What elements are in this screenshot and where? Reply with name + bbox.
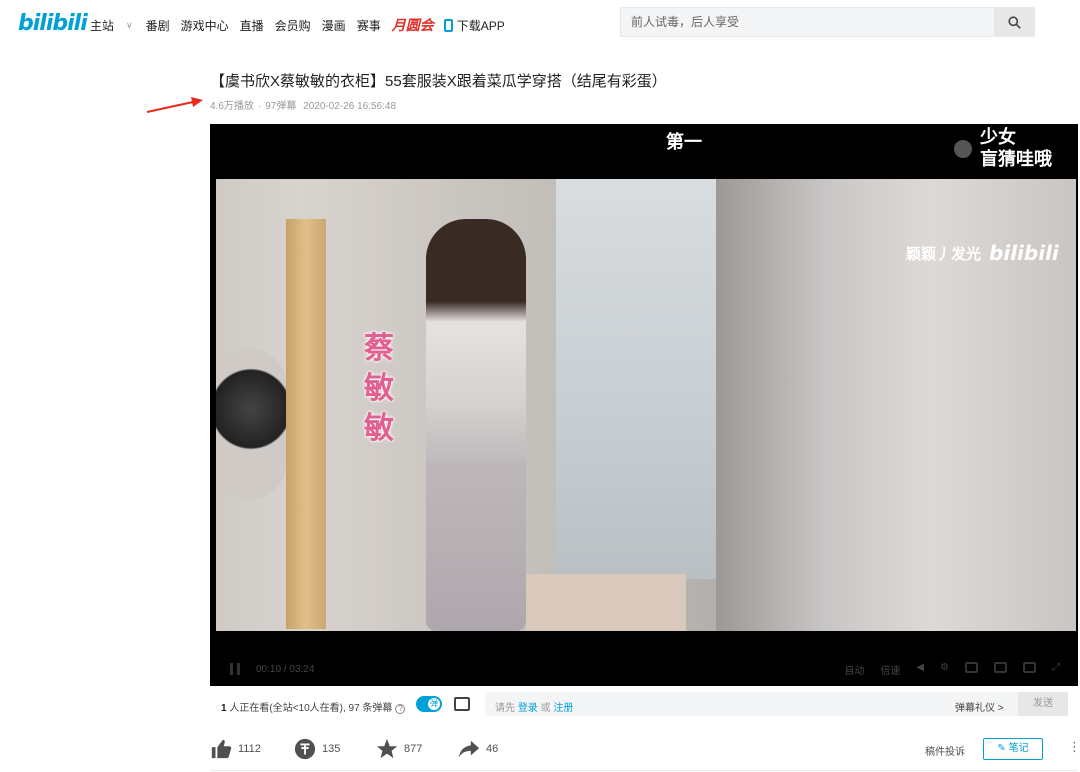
thumbs-up-icon: [211, 739, 232, 759]
video-caption-right: 少女 盲猜哇哦: [980, 126, 1052, 170]
danmaku-settings-icon[interactable]: [454, 697, 470, 711]
danmaku-etiquette-link[interactable]: 弹幕礼仪 >: [955, 699, 1004, 714]
danmaku-toggle-label: 弹: [428, 698, 440, 710]
scene-window: [556, 179, 731, 579]
prompt-prefix: 请先: [495, 703, 515, 714]
share-button[interactable]: 46: [458, 738, 498, 760]
fullscreen-icon[interactable]: ⤢: [1052, 662, 1060, 677]
note-label: 笔记: [1008, 743, 1029, 754]
scene-fan: [216, 349, 286, 499]
uploader-avatar-overlay: [954, 140, 972, 158]
watermark-logo: bilibili: [989, 241, 1059, 265]
time-display: 00:10 / 03:24: [256, 664, 315, 675]
scene-wood-planks: [286, 219, 326, 629]
coin-button[interactable]: 135: [294, 738, 340, 760]
viewer-text: 人正在看(全站<10人在看), 97 条弹幕: [229, 703, 393, 714]
share-count: 46: [486, 743, 499, 755]
top-navigation-bar: bilibili 主站 ∨ 番剧 游戏中心 直播 会员购 漫画 赛事 月圆会 下载…: [0, 0, 1080, 44]
danmaku-bar: 1 人正在看(全站<10人在看), 97 条弹幕? 弹 请先 登录 或 注册 弹…: [210, 688, 1078, 720]
video-meta: 4.6万播放 · 97弹幕 2020-02-26 16:56:48: [210, 97, 400, 112]
scene-person: [426, 219, 526, 631]
login-link[interactable]: 登录: [518, 703, 538, 714]
phone-icon: [443, 18, 453, 32]
like-button[interactable]: 1112: [210, 738, 261, 760]
name-overlay: 蔡敏敏: [364, 331, 394, 446]
report-link[interactable]: 稿件投诉: [925, 743, 965, 758]
more-options-icon[interactable]: ⋮: [1068, 739, 1080, 755]
watermark-text: 颖颖丿发光: [906, 245, 982, 263]
video-actions: 1112 135 877 46 稿件投诉 ✎ 笔记 ⋮: [210, 736, 1080, 762]
caption-right-line2: 盲猜哇哦: [980, 149, 1052, 169]
view-count: 4.6万播放: [210, 101, 254, 112]
annotation-arrow-icon: [146, 97, 203, 113]
download-app-label: 下载APP: [456, 18, 505, 33]
nav-item-live[interactable]: 直播: [240, 17, 264, 34]
danmaku-count: 97弹幕: [265, 101, 297, 112]
video-caption-top: 第一: [666, 132, 702, 152]
video-title: 【虞书欣X蔡敏敏的衣柜】55套服装X跟着菜瓜学穿搭（结尾有彩蛋）: [210, 73, 667, 90]
nav-item-main[interactable]: 主站: [90, 17, 114, 34]
nav-item-special-event[interactable]: 月圆会: [392, 15, 434, 35]
pause-icon[interactable]: [230, 663, 240, 675]
help-icon[interactable]: ?: [395, 704, 406, 714]
nav-item-esports[interactable]: 赛事: [357, 17, 381, 34]
viewer-info: 1 人正在看(全站<10人在看), 97 条弹幕?: [221, 699, 406, 714]
scene-box: [526, 574, 686, 631]
bilibili-logo[interactable]: bilibili: [18, 11, 88, 36]
speed-button[interactable]: 倍速: [880, 662, 900, 677]
coin-count: 135: [322, 743, 341, 755]
prompt-or: 或: [540, 703, 551, 714]
main-nav: 主站 ∨ 番剧 游戏中心 直播 会员购 漫画 赛事 月圆会 下载APP: [90, 15, 527, 35]
star-icon: [376, 738, 398, 759]
nav-item-anime[interactable]: 番剧: [146, 17, 170, 34]
time-current: 00:10: [256, 664, 282, 675]
favorite-count: 877: [404, 743, 423, 755]
send-button[interactable]: 发送: [1018, 692, 1068, 716]
player-controls: 00:10 / 03:24 自动 倍速 ◀ ⚙ ⤢: [210, 659, 1078, 681]
player-right-controls: 自动 倍速 ◀ ⚙ ⤢: [844, 662, 1060, 677]
danmaku-input[interactable]: 请先 登录 或 注册 弹幕礼仪 > 发送: [485, 692, 1068, 716]
danmaku-toggle[interactable]: 弹: [416, 696, 442, 712]
search-box: [620, 7, 1035, 37]
register-link[interactable]: 注册: [553, 703, 573, 714]
volume-icon[interactable]: ◀: [916, 662, 924, 677]
note-button[interactable]: ✎ 笔记: [983, 738, 1043, 760]
edit-icon: ✎: [997, 743, 1006, 754]
nav-item-manga[interactable]: 漫画: [322, 17, 346, 34]
search-button[interactable]: [994, 8, 1034, 36]
like-count: 1112: [238, 743, 261, 755]
divider: [210, 770, 1078, 771]
search-input[interactable]: [631, 14, 991, 30]
settings-icon[interactable]: ⚙: [940, 662, 949, 677]
quality-button[interactable]: 自动: [844, 662, 864, 677]
chevron-down-icon[interactable]: ∨: [126, 20, 133, 31]
favorite-button[interactable]: 877: [376, 738, 422, 760]
video-player[interactable]: 第一 少女 盲猜哇哦 蔡敏敏 颖颖丿发光 bilibili 00:10 / 03…: [210, 124, 1078, 686]
viewer-count: 1: [221, 703, 227, 714]
video-watermark: 颖颖丿发光 bilibili: [906, 241, 1059, 265]
share-arrow-icon: [458, 740, 480, 758]
download-app-link[interactable]: 下载APP: [443, 17, 516, 34]
video-frame: 蔡敏敏 颖颖丿发光 bilibili: [216, 179, 1076, 631]
web-fullscreen-icon[interactable]: [1023, 662, 1036, 673]
time-total: 03:24: [289, 664, 315, 675]
publish-date: 2020-02-26 16:56:48: [303, 101, 397, 112]
caption-right-line1: 少女: [980, 127, 1016, 147]
search-icon: [1007, 15, 1021, 29]
picture-in-picture-icon[interactable]: [965, 662, 978, 673]
coin-icon: [294, 738, 316, 760]
meta-separator: ·: [257, 101, 262, 112]
nav-item-member-shop[interactable]: 会员购: [275, 17, 311, 34]
nav-item-game-center[interactable]: 游戏中心: [181, 17, 229, 34]
widescreen-icon[interactable]: [994, 662, 1007, 673]
login-prompt: 请先 登录 或 注册: [495, 699, 573, 714]
